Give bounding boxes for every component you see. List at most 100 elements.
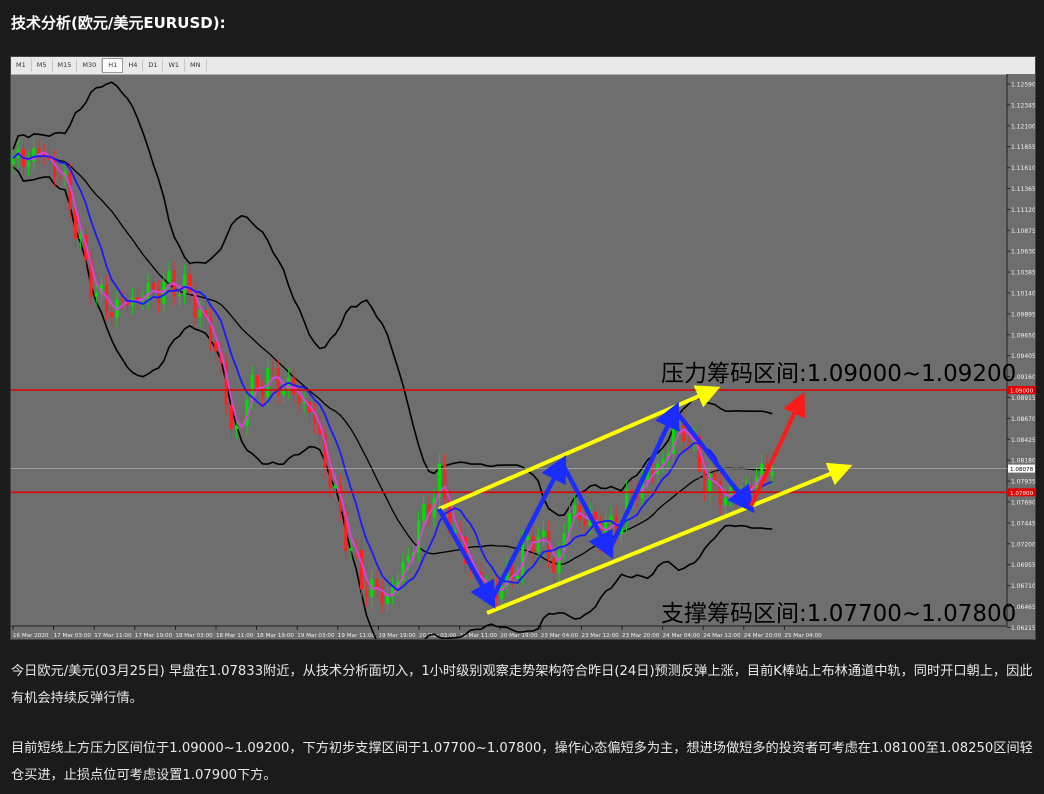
moving-average-slow [12,152,773,592]
price-tick-label: 1.09405 [1011,353,1035,360]
candle-body [229,404,233,430]
candle-body [677,418,681,429]
resistance-price-label: 1.09000 [1010,389,1034,395]
time-tick-label: 18 Mar 19:00 [257,633,295,639]
timeframe-mn[interactable]: MN [185,59,207,72]
timeframe-d1[interactable]: D1 [143,59,164,72]
candle-body [349,548,353,551]
candle-body [151,283,155,290]
price-chart[interactable]: M1 M5 M15 M30 H1 H4 D1 W1 MN 1.12590 1.12345 1.121… [10,56,1036,640]
price-tick-label: 1.08425 [1011,437,1035,444]
candle-body [146,283,150,300]
support-price-label: 1.07800 [1010,491,1034,497]
candle-body [583,520,587,526]
price-tick-label: 1.12345 [1011,102,1035,109]
time-tick-label: 19 Mar 03:00 [297,633,335,639]
price-tick-label: 1.07935 [1011,479,1035,486]
time-tick-label: 18 Mar 11:00 [216,633,254,639]
candle-body [37,148,41,154]
time-tick-label: 16 Mar 2020 [13,633,49,639]
candle-body [515,575,519,579]
moving-average-fast [12,151,773,597]
price-tick-label: 1.11855 [1011,144,1035,151]
candle-body [177,294,181,297]
candle-body [27,161,31,167]
current-price-label: 1.08078 [1010,467,1034,473]
price-tick-label: 1.08670 [1011,416,1035,423]
price-tick-label: 1.12100 [1011,123,1035,130]
time-tick-label: 23 Mar 20:00 [622,633,660,639]
price-tick-label: 1.07445 [1011,520,1035,527]
bollinger-middle-band [12,152,773,565]
time-tick-label: 20 Mar 19:00 [500,633,538,639]
price-tick-label: 1.07200 [1011,541,1035,548]
candle-body [271,368,275,370]
time-tick-label: 17 Mar 11:00 [94,633,132,639]
chart-canvas[interactable]: 1.12590 1.12345 1.12100 1.11855 1.11610 1.113… [11,74,1035,639]
candle-body [541,530,545,537]
resistance-zone-annotation: 压力筹码区间:1.09000~1.09200 [661,361,1016,387]
time-tick-label: 24 Mar 12:00 [703,633,741,639]
timeframe-h1[interactable]: H1 [102,58,124,73]
time-tick-label: 25 Mar 04:00 [784,633,822,639]
price-tick-label: 1.10140 [1011,291,1035,298]
candle-body [79,235,83,239]
candle-body [703,471,707,492]
time-tick-label: 23 Mar 12:00 [581,633,619,639]
candle-body [573,505,577,514]
price-tick-label: 1.11120 [1011,207,1035,214]
candle-body [328,468,332,489]
time-tick-label: 17 Mar 03:00 [54,633,92,639]
timeframe-h4[interactable]: H4 [123,59,144,72]
candle-body [536,536,540,553]
price-tick-label: 1.07690 [1011,500,1035,507]
price-tick-label: 1.09650 [1011,332,1035,339]
time-tick-label: 19 Mar 19:00 [378,633,416,639]
candle-body [297,394,301,404]
price-tick-label: 1.06955 [1011,562,1035,569]
candle-body [162,282,166,304]
price-tick-label: 1.06710 [1011,583,1035,590]
candle-body [58,177,62,179]
candle-body [526,535,530,540]
candle-body [235,425,239,430]
price-tick-label: 1.08915 [1011,395,1035,402]
time-tick-label: 18 Mar 03:00 [175,633,213,639]
price-tick-label: 1.12590 [1011,82,1035,89]
analysis-paragraph-1: 今日欧元/美元(03月25日) 早盘在1.07833附近，从技术分析面切入，1小… [11,664,1033,706]
timeframe-m1[interactable]: M1 [11,59,32,72]
candle-body [406,555,410,562]
time-tick-label: 19 Mar 11:00 [338,633,376,639]
price-tick-label: 1.09895 [1011,311,1035,318]
candle-body [713,473,717,481]
candle-body [11,158,15,165]
candle-body [552,558,556,573]
time-tick-label: 23 Mar 04:00 [541,633,579,639]
price-tick-label: 1.08180 [1011,458,1035,465]
price-tick-label: 1.10385 [1011,270,1035,277]
timeframe-m30[interactable]: M30 [77,59,103,72]
candle-body [770,471,774,476]
time-tick-label: 24 Mar 04:00 [663,633,701,639]
candle-body [723,497,727,506]
bollinger-lower-band [12,166,773,639]
analysis-paragraph-2: 目前短线上方压力区间位于1.09000~1.09200，下方初步支撑区间于1.0… [11,741,1033,783]
price-tick-label: 1.11610 [1011,165,1035,172]
time-tick-label: 17 Mar 19:00 [135,633,173,639]
price-tick-label: 1.11365 [1011,186,1035,193]
price-tick-label: 1.10875 [1011,228,1035,235]
candle-body [198,310,202,318]
timeframe-m5[interactable]: M5 [32,59,53,72]
timeframe-w1[interactable]: W1 [163,59,186,72]
candle-body [261,390,265,398]
candle-body [110,311,114,318]
page-title: 技术分析(欧元/美元EURUSD): [11,14,226,32]
candle-body [183,273,187,295]
candle-body [214,341,218,352]
candle-body [422,504,426,521]
timeframe-toolbar: M1 M5 M15 M30 H1 H4 D1 W1 MN [11,57,1035,75]
timeframe-m15[interactable]: M15 [53,59,78,72]
candle-body [687,441,691,443]
candle-body [359,549,363,590]
candle-body [167,270,171,283]
